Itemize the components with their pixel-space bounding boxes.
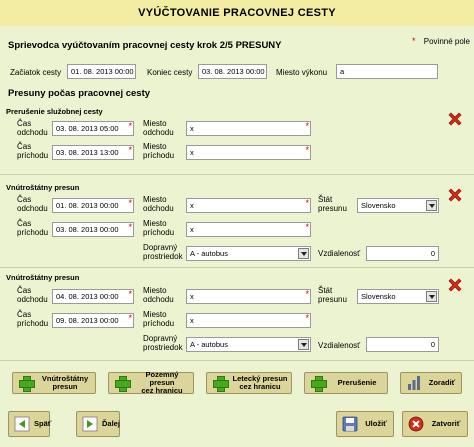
segment-2-transport-select[interactable]: A - autobus (186, 246, 311, 261)
delete-icon[interactable] (446, 276, 464, 294)
next-button[interactable]: Ďalej (76, 411, 120, 437)
segment-2-arrival-time-field[interactable]: 03. 08. 2013 00:00 * (52, 222, 134, 237)
add-interruption-label: Prerušenie (337, 378, 377, 387)
segment-3-departure-place-label: Miesto odchodu (143, 286, 174, 304)
segment-3-arrival-place-label: Miesto príchodu (143, 310, 175, 328)
segment-separator (0, 360, 474, 361)
close-label: Zatvoriť (431, 419, 461, 428)
plus-icon (114, 375, 131, 392)
close-icon (408, 416, 424, 432)
segment-2-departure-time-field[interactable]: 01. 08. 2013 00:00 * (52, 198, 134, 213)
save-icon (342, 416, 358, 432)
segment-2-title: Vnútroštátny presun (6, 183, 80, 192)
segment-1-title: Prerušenie služobnej cesty (6, 107, 103, 116)
back-label: Späť (34, 419, 52, 428)
segment-1-departure-time-field[interactable]: 03. 08. 2013 05:00 * (52, 121, 134, 136)
segment-3-country-label: Štát presunu (318, 286, 347, 304)
segment-1-arrival-place-field[interactable]: x * (186, 145, 311, 160)
add-ground-border-button[interactable]: Pozemný presun cez hranicu (108, 370, 194, 395)
segment-2-arrival-place-label: Miesto príchodu (143, 219, 175, 237)
segment-2-departure-time-label: Čas odchodu (17, 195, 48, 213)
segment-3-title: Vnútroštátny presun (6, 273, 80, 282)
chevron-down-icon[interactable] (298, 339, 309, 350)
segment-3-distance-label: Vzdialenosť (318, 341, 361, 350)
chevron-down-icon[interactable] (298, 248, 309, 259)
add-domestic-label: Vnútroštátny presun (41, 374, 89, 391)
segment-2-arrival-place-field[interactable]: x * (186, 222, 311, 237)
required-legend-text: Povinné pole (423, 37, 471, 46)
required-legend: * Povinné pole (412, 36, 470, 46)
add-interruption-button[interactable]: Prerušenie (304, 372, 388, 394)
chevron-down-icon[interactable] (426, 291, 437, 302)
segment-1-departure-time-label: Čas odchodu (17, 119, 48, 137)
sort-icon (408, 376, 420, 390)
moves-heading: Presuny počas pracovnej cesty (8, 88, 151, 99)
trip-place-field[interactable]: a (336, 64, 438, 79)
window-title: VYÚČTOVANIE PRACOVNEJ CESTY (0, 0, 474, 26)
segment-3-country-select[interactable]: Slovensko (357, 289, 439, 304)
chevron-down-icon[interactable] (426, 200, 437, 211)
segment-3-departure-time-label: Čas odchodu (17, 286, 48, 304)
plus-icon (212, 375, 229, 392)
close-button[interactable]: Zatvoriť (402, 411, 468, 437)
form-panel: Sprievodca vyúčtovaním pracovnej cesty k… (0, 26, 474, 447)
sort-button[interactable]: Zoradiť (400, 372, 462, 394)
segment-2-country-select[interactable]: Slovensko (357, 198, 439, 213)
next-icon (82, 416, 98, 432)
trip-place-label: Miesto výkonu (276, 68, 328, 77)
back-icon (14, 416, 30, 432)
segment-separator (0, 267, 474, 268)
save-button[interactable]: Uložiť (336, 411, 394, 437)
segment-2-transport-label: Dopravný prostriedok (143, 243, 183, 261)
save-label: Uložiť (365, 419, 387, 428)
trip-start-label: Začiatok cesty (10, 68, 62, 77)
segment-3-departure-place-field[interactable]: x * (186, 289, 311, 304)
add-ground-border-label: Pozemný presun cez hranicu (141, 370, 183, 395)
segment-3-distance-field[interactable]: 0 (366, 337, 439, 352)
delete-icon[interactable] (446, 110, 464, 128)
back-button[interactable]: Späť (8, 411, 51, 437)
segment-1-arrival-place-label: Miesto príchodu (143, 142, 175, 160)
segment-1-departure-place-field[interactable]: x * (186, 121, 311, 136)
segment-2-departure-place-label: Miesto odchodu (143, 195, 174, 213)
segment-1-departure-place-label: Miesto odchodu (143, 119, 174, 137)
segment-3-arrival-time-label: Čas príchodu (17, 310, 49, 328)
trip-end-field[interactable]: 03. 08. 2013 00:00 (198, 64, 267, 79)
wizard-heading: Sprievodca vyúčtovaním pracovnej cesty k… (8, 40, 282, 51)
trip-start-field[interactable]: 01. 08. 2013 00:00 (67, 64, 136, 79)
plus-icon (18, 375, 35, 392)
segment-3-arrival-time-field[interactable]: 09. 08. 2013 00:00 * (52, 313, 134, 328)
segment-2-distance-label: Vzdialenosť (318, 249, 361, 258)
add-domestic-button[interactable]: Vnútroštátny presun (12, 372, 96, 394)
delete-icon[interactable] (446, 186, 464, 204)
trip-end-label: Koniec cesty (147, 68, 193, 77)
segment-2-country-label: Štát presunu (318, 195, 347, 213)
segment-separator (0, 174, 474, 175)
segment-3-arrival-place-field[interactable]: x * (186, 313, 311, 328)
required-star-icon: * (412, 36, 416, 46)
segment-1-arrival-time-field[interactable]: 03. 08. 2013 13:00 * (52, 145, 134, 160)
segment-2-arrival-time-label: Čas príchodu (17, 219, 49, 237)
add-air-border-label: Letecký presun cez hranicu (232, 374, 288, 391)
add-air-border-button[interactable]: Letecký presun cez hranicu (206, 372, 292, 394)
plus-icon (310, 375, 327, 392)
segment-3-transport-label: Dopravný prostriedok (143, 334, 183, 352)
segment-1-arrival-time-label: Čas príchodu (17, 142, 49, 160)
segment-2-departure-place-field[interactable]: x * (186, 198, 311, 213)
next-label: Ďalej (102, 419, 120, 428)
segment-3-transport-select[interactable]: A - autobus (186, 337, 311, 352)
sort-label: Zoradiť (428, 378, 456, 387)
segment-2-distance-field[interactable]: 0 (366, 246, 439, 261)
segment-3-departure-time-field[interactable]: 04. 08. 2013 00:00 * (52, 289, 134, 304)
